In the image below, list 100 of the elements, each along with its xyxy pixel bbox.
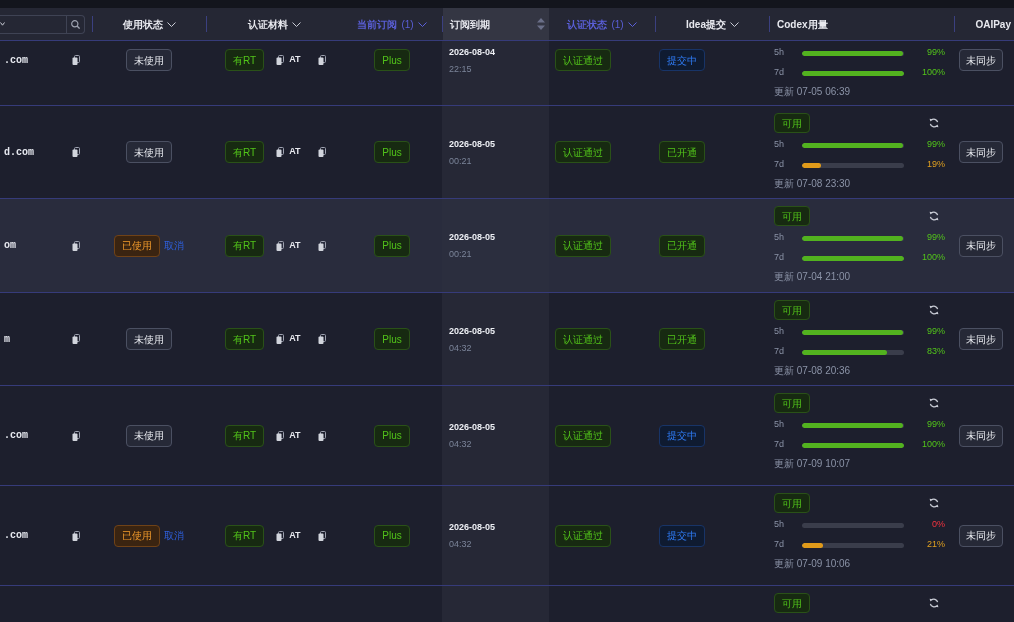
plan-tag: Plus: [374, 328, 410, 350]
time-text: 04:32: [449, 341, 472, 354]
date-text: 2026-08-05: [449, 521, 496, 533]
copy-icon[interactable]: [72, 55, 80, 65]
copy-icon[interactable]: [72, 430, 80, 441]
status-tag: 可用: [774, 593, 810, 613]
status-tag: 未使用: [126, 424, 172, 447]
copy-icon[interactable]: [276, 430, 285, 441]
token-tag: 有RT: [225, 524, 265, 547]
update-time: 更新 07-08 20:36: [774, 365, 851, 377]
meter-label: 7d: [774, 438, 785, 452]
chevron-icon: [627, 21, 637, 27]
meter-reading: 99%: [926, 418, 945, 432]
search-field[interactable]: [0, 14, 85, 34]
status-tag: 提交中: [659, 424, 705, 447]
meter-label: 5h: [774, 418, 785, 432]
plan-tag: Plus: [374, 141, 410, 163]
status-tag: 可用: [774, 300, 810, 320]
token-label: AT: [289, 528, 301, 542]
status-tag: 可用: [774, 393, 810, 413]
email-text: .com: [4, 53, 28, 68]
copy-icon[interactable]: [317, 530, 326, 541]
token-tag: 有RT: [225, 328, 265, 350]
meter-label: 7d: [774, 158, 785, 172]
sync-button[interactable]: 未同步: [959, 234, 1003, 257]
status-tag: 认证通过: [555, 234, 611, 257]
status-tag: 未使用: [126, 328, 172, 350]
email-text: d.com: [4, 145, 34, 160]
sync-button[interactable]: 未同步: [959, 141, 1003, 163]
token-tag: 有RT: [225, 424, 265, 447]
sync-button[interactable]: 未同步: [959, 49, 1003, 71]
sync-button[interactable]: 未同步: [959, 424, 1003, 447]
meter-label: 7d: [774, 538, 785, 552]
copy-icon[interactable]: [276, 55, 285, 65]
chevron-icon: [0, 22, 5, 26]
update-time: 更新 07-09 10:06: [774, 558, 851, 570]
copy-icon[interactable]: [317, 55, 326, 65]
meter-reading: 100%: [920, 251, 945, 265]
status-tag: 已开通: [659, 234, 705, 257]
status-tag: 未使用: [126, 49, 172, 71]
meter-reading: 19%: [926, 158, 945, 172]
meter-reading: 99%: [926, 46, 945, 60]
meter-label: 5h: [774, 138, 785, 152]
copy-icon[interactable]: [317, 147, 326, 157]
meter-reading: 100%: [920, 438, 945, 452]
status-tag: 可用: [774, 113, 810, 133]
meter-reading: 99%: [926, 325, 945, 339]
copy-icon[interactable]: [72, 334, 80, 344]
sync-button[interactable]: 未同步: [959, 524, 1003, 547]
copy-icon[interactable]: [276, 530, 285, 541]
date-text: 2026-08-04: [449, 45, 496, 58]
refresh-icon[interactable]: [929, 398, 939, 408]
copy-icon[interactable]: [276, 334, 285, 344]
time-text: 04:32: [449, 438, 472, 450]
copy-icon[interactable]: [276, 147, 285, 157]
meter-label: 5h: [774, 325, 785, 339]
refresh-icon[interactable]: [929, 305, 939, 315]
refresh-icon[interactable]: [929, 118, 939, 128]
column-header[interactable]: 使用状态: [123, 16, 176, 32]
status-tag: 未使用: [126, 141, 172, 163]
update-time: 更新 07-09 10:07: [774, 458, 851, 470]
status-tag: 已使用: [114, 524, 160, 547]
meter-label: 7d: [774, 66, 785, 80]
plan-tag: Plus: [374, 424, 410, 447]
chevron-icon: [730, 21, 739, 27]
copy-icon[interactable]: [72, 147, 80, 157]
refresh-icon[interactable]: [929, 598, 939, 608]
chevron-icon: [417, 21, 427, 27]
search-icon: [71, 19, 80, 29]
token-label: AT: [289, 53, 301, 67]
time-text: 00:21: [449, 154, 472, 167]
time-text: 04:32: [449, 538, 472, 550]
status-tag: 已开通: [659, 141, 705, 163]
copy-icon[interactable]: [276, 240, 285, 251]
date-text: 2026-08-05: [449, 324, 496, 337]
meter-reading: 99%: [926, 138, 945, 152]
meter-label: 7d: [774, 345, 785, 359]
status-tag: 提交中: [659, 524, 705, 547]
meter-label: 5h: [774, 518, 785, 532]
email-text: .com: [4, 529, 28, 543]
copy-icon[interactable]: [72, 240, 80, 251]
status-tag: 可用: [774, 493, 810, 513]
copy-icon[interactable]: [72, 530, 80, 541]
column-header[interactable]: Idea提交: [686, 16, 739, 32]
copy-icon[interactable]: [317, 334, 326, 344]
token-label: AT: [289, 332, 301, 346]
column-header[interactable]: 认证材料: [248, 16, 301, 32]
refresh-icon[interactable]: [929, 211, 939, 221]
status-tag: 认证通过: [555, 49, 611, 71]
refresh-icon[interactable]: [929, 498, 939, 508]
copy-icon[interactable]: [317, 430, 326, 441]
status-tag: 已使用: [114, 234, 160, 257]
copy-icon[interactable]: [317, 240, 326, 251]
status-tag: 认证通过: [555, 424, 611, 447]
token-label: AT: [289, 238, 301, 252]
date-text: 2026-08-05: [449, 231, 496, 243]
sync-button[interactable]: 未同步: [959, 328, 1003, 350]
update-time: 更新 07-08 23:30: [774, 178, 851, 190]
plan-tag: Plus: [374, 49, 410, 71]
update-time: 更新 07-05 06:39: [774, 86, 851, 98]
